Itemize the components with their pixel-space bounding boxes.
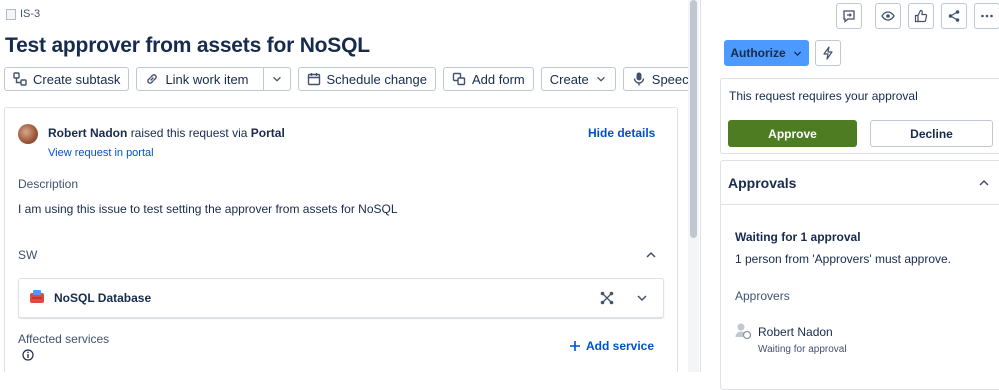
thumbs-up-icon	[914, 9, 928, 23]
link-work-item-label: Link work item	[165, 71, 249, 87]
view-request-in-portal-link[interactable]: View request in portal	[48, 147, 154, 159]
feedback-icon	[843, 10, 855, 23]
form-icon	[452, 72, 466, 86]
link-work-item-dropdown[interactable]	[262, 68, 290, 90]
reporter-name[interactable]: Robert Nadon	[48, 126, 127, 140]
chevron-down-icon	[272, 76, 281, 82]
asset-name[interactable]: NoSQL Database	[54, 291, 151, 305]
raised-text: raised this request via	[130, 126, 248, 140]
speech-to-text-label: Speech to	[651, 71, 688, 87]
link-icon	[147, 74, 158, 84]
approvers-label: Approvers	[735, 289, 790, 303]
graph-icon[interactable]	[600, 291, 614, 305]
approval-prompt: This request requires your approval	[729, 89, 918, 103]
share-button[interactable]	[941, 3, 967, 29]
info-icon[interactable]	[22, 349, 34, 361]
chevron-down-icon	[793, 50, 801, 56]
hide-details-button[interactable]: Hide details	[588, 126, 655, 140]
share-icon	[948, 10, 960, 22]
automation-button[interactable]	[815, 40, 841, 66]
subtask-icon	[13, 72, 27, 86]
approve-button[interactable]: Approve	[728, 120, 857, 147]
create-button[interactable]: Create	[540, 67, 616, 91]
waiting-approval-count: Waiting for 1 approval	[735, 230, 861, 244]
approver-status: Waiting for approval	[758, 344, 847, 355]
issue-main-panel: IS-3 Test approver from assets for NoSQL…	[0, 0, 688, 372]
create-subtask-button[interactable]: Create subtask	[4, 67, 130, 91]
chevron-up-icon[interactable]	[644, 248, 658, 262]
chevron-up-icon[interactable]	[977, 176, 991, 190]
description-text[interactable]: I am using this issue to test setting th…	[18, 202, 398, 216]
microphone-icon	[633, 72, 644, 86]
eye-icon	[881, 11, 895, 21]
add-form-button[interactable]: Add form	[443, 67, 534, 91]
approval-requirement: 1 person from 'Approvers' must approve.	[735, 252, 952, 266]
issue-key[interactable]: IS-3	[20, 8, 40, 20]
schedule-change-button[interactable]: Schedule change	[297, 67, 436, 91]
create-label: Create	[549, 71, 589, 87]
plus-icon	[570, 341, 580, 351]
approver-name[interactable]: Robert Nadon	[758, 325, 833, 339]
channel-name: Portal	[250, 126, 285, 140]
action-toolbar: Create subtask Link work item Schedule c…	[4, 67, 688, 91]
database-icon	[30, 290, 44, 303]
authorize-label: Authorize	[730, 46, 786, 60]
vote-button[interactable]	[908, 3, 934, 29]
more-icon	[981, 14, 993, 18]
lightning-icon	[823, 46, 833, 60]
sw-field-label: SW	[18, 248, 38, 262]
decline-button[interactable]: Decline	[870, 120, 993, 147]
raised-by-text: Robert Nadon raised this request via Por…	[48, 126, 285, 140]
feedback-button[interactable]	[836, 3, 862, 29]
issue-type-icon	[6, 8, 16, 20]
approvals-title[interactable]: Approvals	[728, 175, 796, 191]
authorize-status-button[interactable]: Authorize	[724, 40, 809, 66]
chevron-down-icon	[596, 76, 605, 82]
more-actions-button[interactable]	[974, 3, 999, 29]
watch-button[interactable]	[875, 3, 901, 29]
description-label: Description	[18, 177, 79, 191]
add-service-label: Add service	[586, 339, 655, 353]
chevron-down-icon[interactable]	[635, 291, 649, 305]
add-service-button[interactable]: Add service	[569, 339, 654, 353]
add-form-label: Add form	[472, 71, 525, 87]
page-title[interactable]: Test approver from assets for NoSQL	[5, 34, 370, 58]
avatar[interactable]	[18, 124, 38, 144]
schedule-change-label: Schedule change	[326, 71, 427, 87]
breadcrumb[interactable]: IS-3	[6, 8, 40, 20]
issue-actions	[836, 3, 999, 29]
pending-approver-icon	[735, 323, 751, 340]
affected-services-label: Affected services	[18, 332, 110, 346]
link-work-item-button[interactable]: Link work item	[136, 67, 291, 91]
main-scrollbar-thumb[interactable]	[690, 0, 697, 238]
speech-to-text-button[interactable]: Speech to	[622, 67, 688, 91]
calendar-icon	[307, 73, 320, 86]
create-subtask-label: Create subtask	[33, 71, 121, 87]
